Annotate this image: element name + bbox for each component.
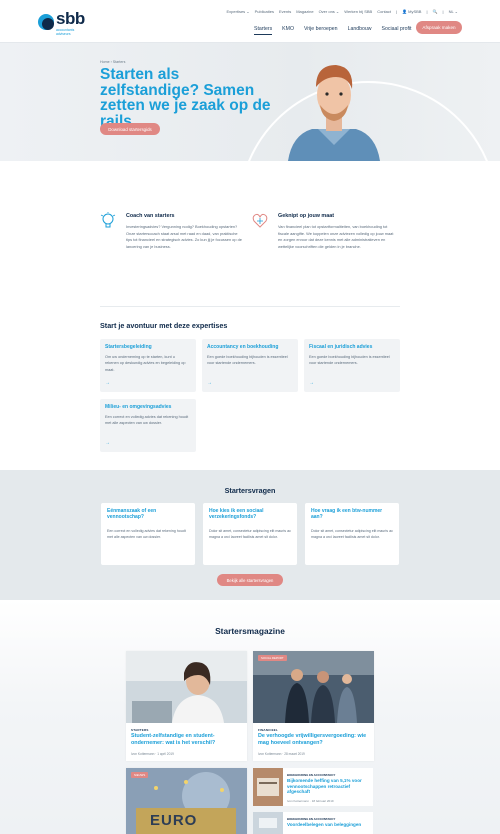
- expertises-title: Start je avontuur met deze expertises: [100, 321, 228, 330]
- expertise-card[interactable]: Accountancy en boekhouding Een goede boe…: [202, 339, 298, 392]
- article-card[interactable]: NIEUWS EURO: [126, 768, 247, 834]
- article-category: BOEKHOUDING EN ACCOUNTANCY: [287, 817, 336, 821]
- article-author: Ivon Kottermann: [131, 752, 155, 756]
- mysbb-link[interactable]: 👤 MySBB: [402, 9, 421, 14]
- article-meta: Ivon Kottermann · 28 maart 2019: [258, 752, 305, 756]
- article-date: 28 maart 2019: [284, 752, 305, 756]
- top-link[interactable]: Over ons ⌄: [319, 9, 340, 14]
- question-text: Dolor sit amet, consectetur adipiscing e…: [311, 529, 393, 539]
- heart-tool-icon: [252, 213, 268, 228]
- hero-title: Starten als zelfstandige? Samen zetten w…: [100, 66, 271, 130]
- magazine-section: Startersmagazine STARTERS Student-zelfst…: [0, 600, 500, 834]
- logo-subtitle: accountants adviseurs: [56, 28, 75, 36]
- arrow-icon[interactable]: →: [309, 380, 314, 386]
- question-card[interactable]: Hoe vraag ik een btw-nummer aan? Dolor s…: [305, 503, 399, 565]
- top-link[interactable]: Publicaties: [255, 9, 274, 14]
- article-card[interactable]: STARTERS Student-zelfstandige en student…: [126, 651, 247, 761]
- article-title: Student-zelfstandige en student-ondernem…: [131, 733, 216, 746]
- article-date: 1 april 2019: [157, 752, 174, 756]
- breadcrumb[interactable]: Home › Starters: [100, 60, 125, 64]
- article-title: Bijkomende heffing van 5,1% voor vennoot…: [287, 778, 362, 795]
- questions-title: Startersvragen: [224, 486, 276, 495]
- expertise-card[interactable]: Fiscaal en juridisch advies Een goede bo…: [304, 339, 400, 392]
- utility-nav: Expertises ⌄ Publicaties Events Magazine…: [227, 9, 459, 14]
- article-title: De verhoogde vrijwilligersvergoeding: wi…: [258, 733, 367, 746]
- article-category: FINANCIEEL: [258, 728, 278, 732]
- nav-vrije-beroepen[interactable]: Vrije beroepen: [304, 26, 338, 35]
- article-image: [126, 651, 247, 723]
- features-section: Coach van starters Investeringsadvies? V…: [100, 212, 400, 272]
- article-category: STARTERS: [131, 728, 149, 732]
- article-thumbnail: [253, 768, 283, 806]
- sbb-logo[interactable]: sbb accountants adviseurs: [38, 9, 88, 36]
- expertise-card[interactable]: Milieu- en omgevingsadvies Een correct e…: [100, 399, 196, 452]
- nav-kmo[interactable]: KMO: [282, 26, 294, 35]
- card-text: Een goede boekhouding bijhouden is essen…: [309, 355, 390, 366]
- appointment-button[interactable]: Afspraak maken: [416, 21, 462, 34]
- site-header: sbb accountants adviseurs Expertises ⌄ P…: [0, 0, 500, 43]
- all-questions-button[interactable]: Bekijk alle startersvragen: [217, 574, 283, 586]
- card-title: Startersbegeleiding: [105, 344, 152, 350]
- arrow-icon[interactable]: →: [105, 440, 110, 446]
- article-tag: SOCIAL REPORT: [258, 655, 287, 661]
- article-meta: Ivon Kottermann · 18 februari 2019: [287, 799, 334, 803]
- hero-person-image: [288, 65, 380, 161]
- question-card[interactable]: Eénmanszaak of een vennootschap? Een cor…: [101, 503, 195, 565]
- divider: |: [426, 9, 428, 14]
- card-title: Milieu- en omgevingsadvies: [105, 404, 172, 410]
- small-article-card[interactable]: BOEKHOUDING EN ACCOUNTANCY Bijkomende he…: [253, 768, 373, 806]
- article-card[interactable]: SOCIAL REPORT FINANCIEEL De verhoogde vr…: [253, 651, 374, 761]
- article-tag: NIEUWS: [131, 772, 149, 778]
- article-date: 18 februari 2019: [311, 799, 334, 803]
- hero-section: Home › Starters Starten als zelfstandige…: [0, 43, 500, 161]
- article-author: Ivon Kottermann: [258, 752, 282, 756]
- section-divider: [100, 306, 400, 307]
- card-text: Om uw onderneming op te starten, kunt u …: [105, 355, 186, 372]
- feature-title: Coach van starters: [126, 213, 175, 219]
- question-title: Hoe vraag ik een btw-nummer aan?: [311, 508, 383, 521]
- top-link[interactable]: Contact: [377, 9, 391, 14]
- article-author: Ivon Kottermann: [287, 799, 310, 803]
- nav-starters[interactable]: Starters: [254, 26, 273, 35]
- question-text: Een correct en volledig advies dat reken…: [107, 529, 186, 539]
- search-icon[interactable]: 🔍: [433, 9, 438, 14]
- feature-title: Geknipt op jouw maat: [278, 213, 335, 219]
- article-title: Voordeelbelegen van beleggingen: [287, 822, 362, 827]
- top-link[interactable]: Magazine: [296, 9, 313, 14]
- arrow-icon[interactable]: →: [207, 380, 212, 386]
- magazine-title: Startersmagazine: [215, 626, 285, 636]
- card-text: Een correct en volledig advies dat reken…: [105, 415, 189, 426]
- question-card[interactable]: Hoe kies ik een sociaal verzekeringsfond…: [203, 503, 297, 565]
- question-title: Eénmanszaak of een vennootschap?: [107, 508, 157, 521]
- card-title: Accountancy en boekhouding: [207, 344, 279, 350]
- divider: |: [396, 9, 398, 14]
- top-link[interactable]: Werken bij SBB: [344, 9, 372, 14]
- arrow-icon[interactable]: →: [105, 380, 110, 386]
- logo-mark-inner: [42, 18, 54, 30]
- question-title: Hoe kies ik een sociaal verzekeringsfond…: [209, 508, 264, 521]
- top-link[interactable]: Events: [279, 9, 291, 14]
- question-text: Dolor sit amet, consectetur adipiscing e…: [209, 529, 291, 539]
- article-image: [253, 651, 374, 723]
- main-nav: Starters KMO Vrije beroepen Landbouw Soc…: [254, 26, 412, 35]
- logo-word: sbb: [56, 9, 85, 28]
- expertise-card[interactable]: Startersbegeleiding Om uw onderneming op…: [100, 339, 196, 392]
- small-article-card[interactable]: BOEKHOUDING EN ACCOUNTANCY Voordeelbeleg…: [253, 812, 373, 834]
- article-thumbnail: [253, 812, 283, 834]
- feature-text: Investeringsadvies? Vergunning nodig? Bo…: [126, 224, 242, 249]
- article-category: BOEKHOUDING EN ACCOUNTANCY: [287, 773, 336, 777]
- top-link[interactable]: Expertises ⌄: [227, 9, 250, 14]
- download-guide-button[interactable]: Download startersgids: [100, 123, 160, 135]
- card-text: Een goede boekhouding bijhouden is essen…: [207, 355, 288, 366]
- nav-landbouw[interactable]: Landbouw: [348, 26, 372, 35]
- language-select[interactable]: NL ⌄: [449, 9, 458, 14]
- article-meta: Ivon Kottermann · 1 april 2019: [131, 752, 174, 756]
- feature-text: Van financieel plan tot opstartformalite…: [278, 224, 394, 249]
- euro-banknote-text: EURO: [150, 812, 198, 829]
- nav-sociaal-profit[interactable]: Sociaal profit: [382, 26, 412, 35]
- card-title: Fiscaal en juridisch advies: [309, 344, 373, 350]
- starters-questions-section: Startersvragen Eénmanszaak of een vennoo…: [0, 470, 500, 600]
- divider: |: [442, 9, 444, 14]
- lightbulb-icon: [100, 212, 116, 228]
